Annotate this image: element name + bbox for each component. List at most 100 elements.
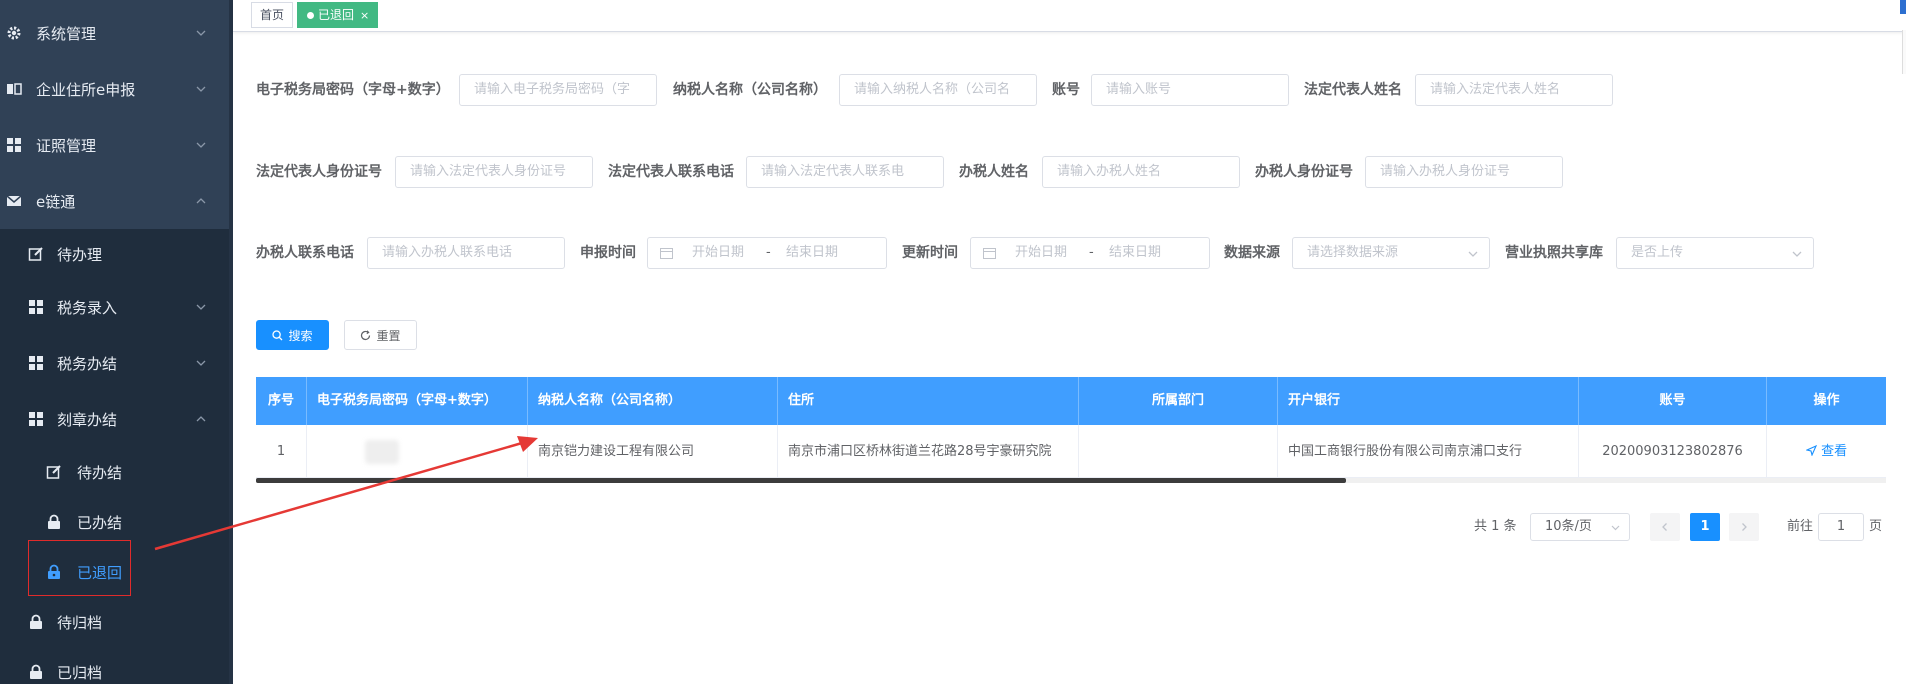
edit-icon: [28, 247, 43, 261]
search-label: 搜索: [288, 328, 313, 343]
reset-button[interactable]: 重置: [344, 320, 417, 350]
start-date[interactable]: 开始日期: [692, 238, 744, 268]
label-tax-password: 电子税务局密码（字母+数字）: [256, 82, 450, 98]
tax-password-input[interactable]: 请输入电子税务局密码（字: [459, 74, 657, 106]
end-date[interactable]: 结束日期: [786, 238, 838, 268]
apply-time-range[interactable]: 开始日期 - 结束日期: [647, 237, 887, 269]
menu-elian[interactable]: e链通: [0, 173, 229, 229]
table-header: 序号 电子税务局密码（字母+数字） 纳税人名称（公司名称） 住所 所属部门 开户…: [256, 377, 1886, 425]
th-account: 账号: [1579, 377, 1767, 425]
reset-label: 重置: [376, 328, 401, 343]
cell-address: 南京市浦口区桥林街道兰花路28号宇豪研究院: [778, 425, 1079, 478]
menu-label: 待归档: [57, 613, 103, 632]
menu-enterprise-address[interactable]: 企业住所e申报: [0, 61, 229, 117]
grid-icon: [29, 412, 43, 426]
cell-index: 1: [256, 425, 307, 478]
page-number-current[interactable]: 1: [1690, 513, 1720, 541]
legal-name-input[interactable]: 请输入法定代表人姓名: [1415, 74, 1613, 106]
chevron-up-icon: [196, 198, 206, 204]
cell-tax-password: [307, 425, 528, 478]
th-action: 操作: [1813, 393, 1840, 408]
menu-seal-done[interactable]: 刻章办结: [0, 391, 229, 447]
th-address: 住所: [778, 377, 1079, 425]
legal-phone-input[interactable]: 请输入法定代表人联系电: [746, 156, 944, 188]
menu-seal-pending[interactable]: 待办结: [0, 447, 229, 497]
chevron-down-icon: [196, 360, 206, 366]
send-icon: [1805, 444, 1818, 457]
menu-archived[interactable]: 已归档: [0, 647, 229, 684]
search-button[interactable]: 搜索: [256, 320, 329, 350]
account-input[interactable]: 请输入账号: [1091, 74, 1289, 106]
edit-icon: [46, 465, 61, 479]
menu-label: 已办结: [77, 513, 123, 532]
calendar-icon: [983, 248, 996, 259]
chevron-left-icon: [1662, 523, 1667, 531]
tag-home[interactable]: 首页: [251, 2, 294, 28]
handler-name-input[interactable]: 请输入办税人姓名: [1042, 156, 1240, 188]
tag-returned[interactable]: 已退回 ×: [297, 2, 379, 28]
chevron-down-icon: [196, 86, 206, 92]
chevron-down-icon: [196, 304, 206, 310]
pagination-total: 共 1 条: [1474, 519, 1517, 534]
end-date[interactable]: 结束日期: [1109, 238, 1161, 268]
page-size-select[interactable]: 10条/页: [1530, 513, 1630, 541]
menu-license-management[interactable]: 证照管理: [0, 117, 229, 173]
scrollbar-thumb[interactable]: [256, 478, 1346, 483]
search-icon: [272, 329, 283, 340]
cell-action: 查看: [1767, 425, 1886, 478]
label-data-source: 数据来源: [1224, 245, 1280, 261]
menu-label: 税务办结: [57, 354, 118, 373]
table-row: 1 南京铠力建设工程有限公司 南京市浦口区桥林街道兰花路28号宇豪研究院 中国工…: [256, 425, 1886, 478]
calendar-icon: [660, 248, 673, 259]
menu-pending[interactable]: 待办理: [0, 229, 229, 279]
lock-icon: [48, 514, 60, 529]
update-time-range[interactable]: 开始日期 - 结束日期: [970, 237, 1210, 269]
menu-label: 待办结: [77, 463, 123, 482]
tag-label: 已退回: [318, 8, 355, 22]
redacted-blur: [365, 440, 399, 464]
start-date[interactable]: 开始日期: [1015, 238, 1067, 268]
chevron-down-icon: [1468, 251, 1478, 257]
cell-bank: 中国工商银行股份有限公司南京浦口支行: [1278, 425, 1579, 478]
label-update-time: 更新时间: [902, 245, 958, 261]
menu-tax-done[interactable]: 税务办结: [0, 335, 229, 391]
sidebar: 系统管理 企业住所e申报 证照管理 e链通 待办理 税务录入 税务办结 刻章办结…: [0, 0, 233, 684]
grid-icon: [7, 138, 21, 152]
prev-page-button[interactable]: [1650, 513, 1680, 541]
goto-page-input[interactable]: 1: [1818, 513, 1864, 541]
th-index: 序号: [256, 377, 307, 425]
menu-label: 已归档: [57, 663, 103, 682]
label-handler-phone: 办税人联系电话: [256, 245, 354, 261]
book-icon: [7, 83, 22, 95]
label-legal-phone: 法定代表人联系电话: [608, 164, 734, 180]
legal-id-input[interactable]: 请输入法定代表人身份证号: [395, 156, 593, 188]
scrollbar-thumb[interactable]: [1900, 0, 1906, 14]
menu-label: 待办理: [57, 245, 103, 264]
taxpayer-name-input[interactable]: 请输入纳税人名称（公司名: [839, 74, 1037, 106]
view-link[interactable]: 查看: [1805, 444, 1847, 459]
mail-icon: [6, 195, 22, 206]
page-size-value: 10条/页: [1545, 519, 1592, 534]
menu-tax-entry[interactable]: 税务录入: [0, 279, 229, 335]
menu-system-management[interactable]: 系统管理: [0, 5, 229, 61]
handler-phone-input[interactable]: 请输入办税人联系电话: [367, 237, 565, 269]
label-handler-name: 办税人姓名: [959, 164, 1029, 180]
next-page-button[interactable]: [1729, 513, 1759, 541]
close-icon[interactable]: ×: [360, 9, 369, 22]
share-lib-select[interactable]: 是否上传: [1616, 237, 1814, 269]
range-separator: -: [766, 245, 771, 260]
data-source-select[interactable]: 请选择数据来源: [1292, 237, 1490, 269]
th-bank: 开户银行: [1278, 377, 1579, 425]
cell-taxpayer-name: 南京铠力建设工程有限公司: [528, 425, 778, 478]
chevron-right-icon: [1742, 523, 1747, 531]
th-tax-password: 电子税务局密码（字母+数字）: [307, 377, 528, 425]
select-placeholder: 请选择数据来源: [1307, 245, 1399, 260]
menu-to-archive[interactable]: 待归档: [0, 597, 229, 647]
grid-icon: [29, 356, 43, 370]
label-apply-time: 申报时间: [580, 245, 636, 261]
cell-department: [1079, 425, 1278, 478]
scrollbar-track[interactable]: [1902, 30, 1906, 74]
handler-id-input[interactable]: 请输入办税人身份证号: [1365, 156, 1563, 188]
label-legal-id: 法定代表人身份证号: [256, 164, 382, 180]
label-handler-id: 办税人身份证号: [1255, 164, 1353, 180]
